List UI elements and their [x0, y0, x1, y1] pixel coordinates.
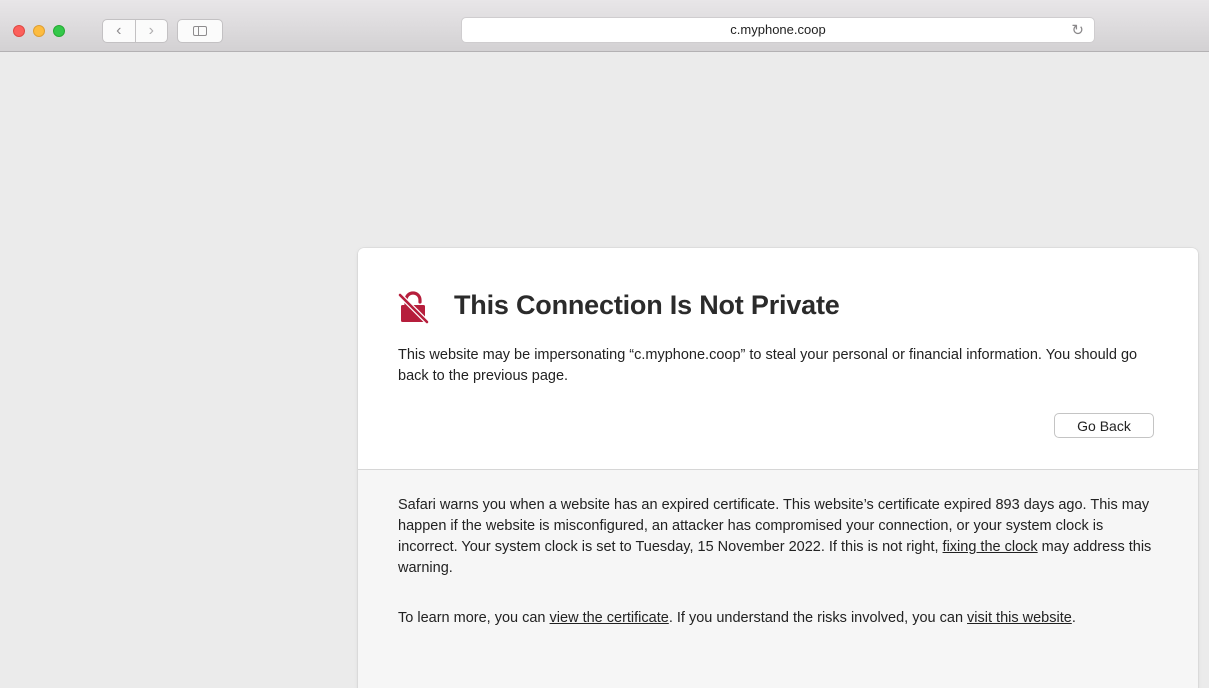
fix-clock-link[interactable]: fixing the clock: [943, 539, 1038, 555]
view-certificate-link[interactable]: view the certificate: [550, 610, 669, 626]
back-button[interactable]: ‹: [103, 20, 136, 42]
close-window-button[interactable]: [13, 25, 25, 37]
details-paragraph: Safari warns you when a website has an e…: [398, 495, 1158, 579]
page-title: This Connection Is Not Private: [454, 290, 840, 320]
chevron-left-icon: ‹: [116, 22, 122, 39]
warning-card-header: This Connection Is Not Private This webs…: [358, 248, 1198, 470]
zoom-window-button[interactable]: [53, 25, 65, 37]
learn-more-paragraph: To learn more, you can view the certific…: [398, 608, 1158, 629]
address-bar[interactable]: c.myphone.coop ↻: [461, 17, 1095, 43]
go-back-button[interactable]: Go Back: [1054, 413, 1154, 438]
sidebar-toggle-button[interactable]: [177, 19, 223, 43]
warning-details: Safari warns you when a website has an e…: [358, 470, 1198, 688]
warning-card: This Connection Is Not Private This webs…: [358, 248, 1198, 688]
warning-intro-text: This website may be impersonating “c.myp…: [398, 347, 1138, 384]
reload-icon[interactable]: ↻: [1071, 21, 1084, 39]
broken-lock-icon: [398, 291, 429, 324]
learn-more-text-end: .: [1071, 610, 1076, 626]
forward-button[interactable]: ›: [136, 20, 168, 42]
safari-window: ‹ › c.myphone.coop ↻ This Connection Is …: [0, 0, 1209, 688]
toolbar: ‹ › c.myphone.coop ↻: [0, 0, 1209, 52]
sidebar-icon: [193, 26, 207, 36]
visit-website-link[interactable]: visit this website: [967, 610, 1072, 626]
learn-more-text-mid: . If you understand the risks involved, …: [668, 610, 968, 626]
learn-more-text: To learn more, you can: [398, 610, 550, 626]
page-content: This Connection Is Not Private This webs…: [0, 52, 1209, 688]
address-text: c.myphone.coop: [730, 22, 826, 37]
minimize-window-button[interactable]: [33, 25, 45, 37]
navigation-buttons: ‹ ›: [102, 19, 168, 43]
chevron-right-icon: ›: [148, 22, 154, 39]
